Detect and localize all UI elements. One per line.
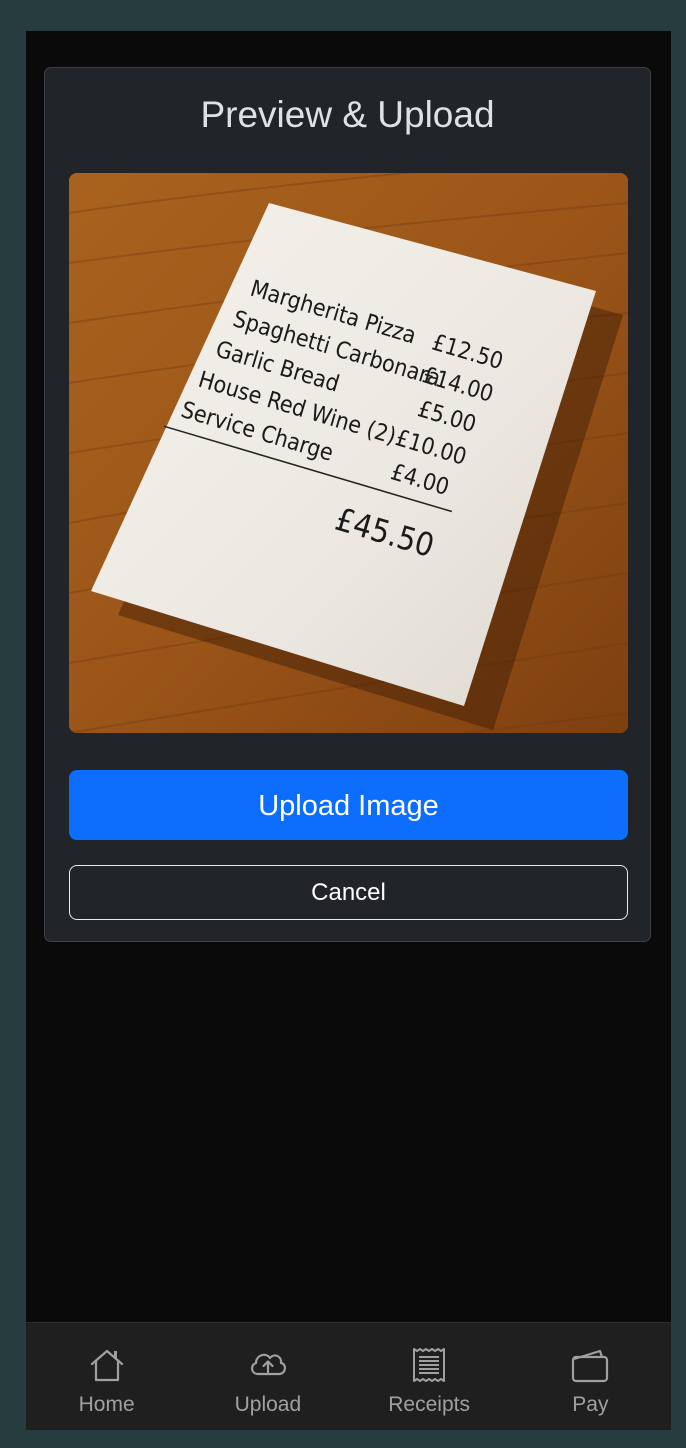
upload-image-button[interactable]: Upload Image <box>69 770 628 840</box>
nav-item-pay[interactable]: Pay <box>510 1323 671 1430</box>
nav-label-receipts: Receipts <box>388 1393 470 1416</box>
receipt-image-preview: Margherita Pizza £12.50 Spaghetti Carbon… <box>69 173 628 733</box>
app-screen: Preview & Upload Margherita Pizza £12.50… <box>26 31 671 1430</box>
nav-label-home: Home <box>78 1393 135 1416</box>
nav-label-pay: Pay <box>572 1393 609 1416</box>
cloud-upload-icon <box>250 1353 286 1376</box>
nav-item-upload[interactable]: Upload <box>187 1323 348 1430</box>
cancel-button[interactable]: Cancel <box>69 865 628 920</box>
nav-item-receipts[interactable]: Receipts <box>349 1323 510 1430</box>
receipt-icon <box>413 1348 446 1382</box>
nav-item-home[interactable]: Home <box>26 1323 187 1430</box>
card-title: Preview & Upload <box>200 94 495 135</box>
nav-label-upload: Upload <box>234 1393 302 1416</box>
home-icon <box>90 1349 123 1382</box>
bottom-navigation: Home Upload Receipts Pay <box>26 1322 671 1430</box>
wallet-icon <box>572 1349 609 1383</box>
preview-upload-card: Preview & Upload Margherita Pizza £12.50… <box>44 67 651 942</box>
